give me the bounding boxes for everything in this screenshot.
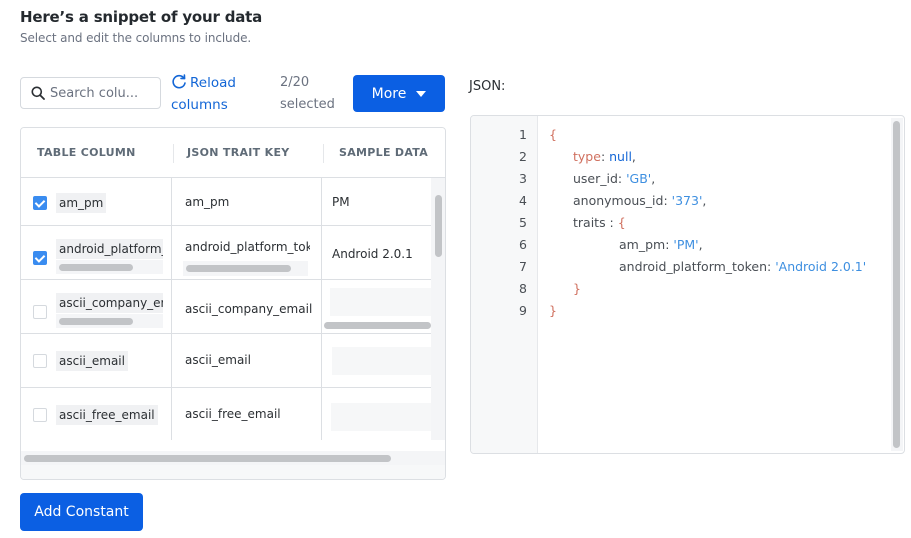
table-header: TABLE COLUMN JSON TRAIT KEY SAMPLE DATA xyxy=(21,128,445,178)
sample-data-empty xyxy=(332,347,431,375)
trait-key[interactable]: ascii_free_email xyxy=(185,407,281,421)
code-line: } xyxy=(573,281,581,296)
table-row: ascii_free_email ascii_free_email xyxy=(21,388,431,440)
column-name[interactable]: am_pm xyxy=(56,193,107,213)
sample-data-empty xyxy=(331,403,431,431)
code-line: type: null, xyxy=(573,149,636,164)
row-checkbox[interactable] xyxy=(33,408,47,422)
table-footer xyxy=(21,465,445,479)
line-number: 8 xyxy=(519,281,527,296)
line-number: 6 xyxy=(519,237,527,252)
line-number: 2 xyxy=(519,149,527,164)
trait-key-scrollbar[interactable] xyxy=(183,261,308,276)
column-name[interactable]: ascii_free_email xyxy=(56,405,158,425)
line-number: 3 xyxy=(519,171,527,186)
row-checkbox[interactable] xyxy=(33,196,47,210)
scrollbar-thumb[interactable] xyxy=(893,121,900,448)
row-checkbox[interactable] xyxy=(33,354,47,368)
code-line: } xyxy=(549,303,557,318)
more-button[interactable]: More xyxy=(353,75,445,112)
table-row: android_platform_ android_platform_tok A… xyxy=(21,226,431,280)
column-name[interactable]: ascii_company_em xyxy=(56,293,163,313)
header-json-trait-key[interactable]: JSON TRAIT KEY xyxy=(173,128,323,177)
code-line: android_platform_token: 'Android 2.0.1' xyxy=(619,259,867,274)
code-line: anonymous_id: '373', xyxy=(573,193,707,208)
table-horizontal-scrollbar[interactable] xyxy=(21,451,445,465)
page-subtitle: Select and edit the columns to include. xyxy=(20,31,252,45)
column-name-scrollbar[interactable] xyxy=(56,260,163,274)
search-columns-input[interactable] xyxy=(50,85,156,101)
reload-columns-link[interactable]: Reload columns xyxy=(171,72,261,116)
trait-key[interactable]: android_platform_tok xyxy=(185,240,310,254)
caret-down-icon xyxy=(416,90,427,97)
line-number: 1 xyxy=(519,127,527,142)
line-number: 5 xyxy=(519,215,527,230)
trait-key[interactable]: ascii_company_email xyxy=(185,302,312,316)
header-sample-data[interactable]: SAMPLE DATA xyxy=(323,128,445,177)
column-name[interactable]: android_platform_ xyxy=(56,239,163,259)
trait-key[interactable]: am_pm xyxy=(185,195,229,209)
row-checkbox[interactable] xyxy=(33,305,47,319)
table-vertical-scrollbar[interactable] xyxy=(431,178,445,440)
selected-count: 2/20 selected xyxy=(280,72,346,116)
search-icon xyxy=(31,86,45,100)
columns-table: TABLE COLUMN JSON TRAIT KEY SAMPLE DATA … xyxy=(20,127,446,480)
table-row: am_pm am_pm PM xyxy=(21,178,431,226)
line-number: 7 xyxy=(519,259,527,274)
json-preview-editor[interactable]: 1 2 3 4 5 6 7 8 9 { type: null, user_id:… xyxy=(470,115,905,454)
scrollbar-thumb[interactable] xyxy=(435,195,442,257)
reload-label-line1: Reload xyxy=(190,75,236,91)
code-line: traits : { xyxy=(573,215,626,230)
more-label: More xyxy=(371,85,407,102)
sample-data: PM xyxy=(332,195,350,209)
column-name-scrollbar[interactable] xyxy=(56,314,163,328)
reload-label-line2: columns xyxy=(171,97,228,113)
sample-data-scrollbar[interactable] xyxy=(324,322,431,329)
sample-data-empty xyxy=(330,288,431,316)
table-body: am_pm am_pm PM android_platform_ android… xyxy=(21,178,431,440)
line-number-gutter: 1 2 3 4 5 6 7 8 9 xyxy=(471,116,538,453)
code-line: user_id: 'GB', xyxy=(573,171,656,186)
table-row: ascii_email ascii_email xyxy=(21,334,431,388)
json-label: JSON: xyxy=(469,79,506,94)
sample-data: Android 2.0.1 xyxy=(332,247,413,261)
scrollbar-thumb[interactable] xyxy=(24,455,391,462)
trait-key[interactable]: ascii_email xyxy=(185,353,251,367)
code-line: am_pm: 'PM', xyxy=(619,237,703,252)
search-columns-field[interactable] xyxy=(20,77,161,109)
selected-count-value: 2/20 xyxy=(280,75,310,90)
refresh-icon xyxy=(172,74,186,89)
row-checkbox[interactable] xyxy=(33,251,47,265)
column-name[interactable]: ascii_email xyxy=(56,351,128,371)
page-title: Here’s a snippet of your data xyxy=(20,8,263,26)
add-constant-button[interactable]: Add Constant xyxy=(20,493,143,531)
selected-count-label: selected xyxy=(280,97,335,112)
table-row: ascii_company_em ascii_company_email xyxy=(21,280,431,334)
line-number: 4 xyxy=(519,193,527,208)
line-number: 9 xyxy=(519,303,527,318)
header-table-column[interactable]: TABLE COLUMN xyxy=(21,128,173,177)
editor-scrollbar[interactable] xyxy=(891,118,903,451)
code-line: { xyxy=(549,127,557,142)
